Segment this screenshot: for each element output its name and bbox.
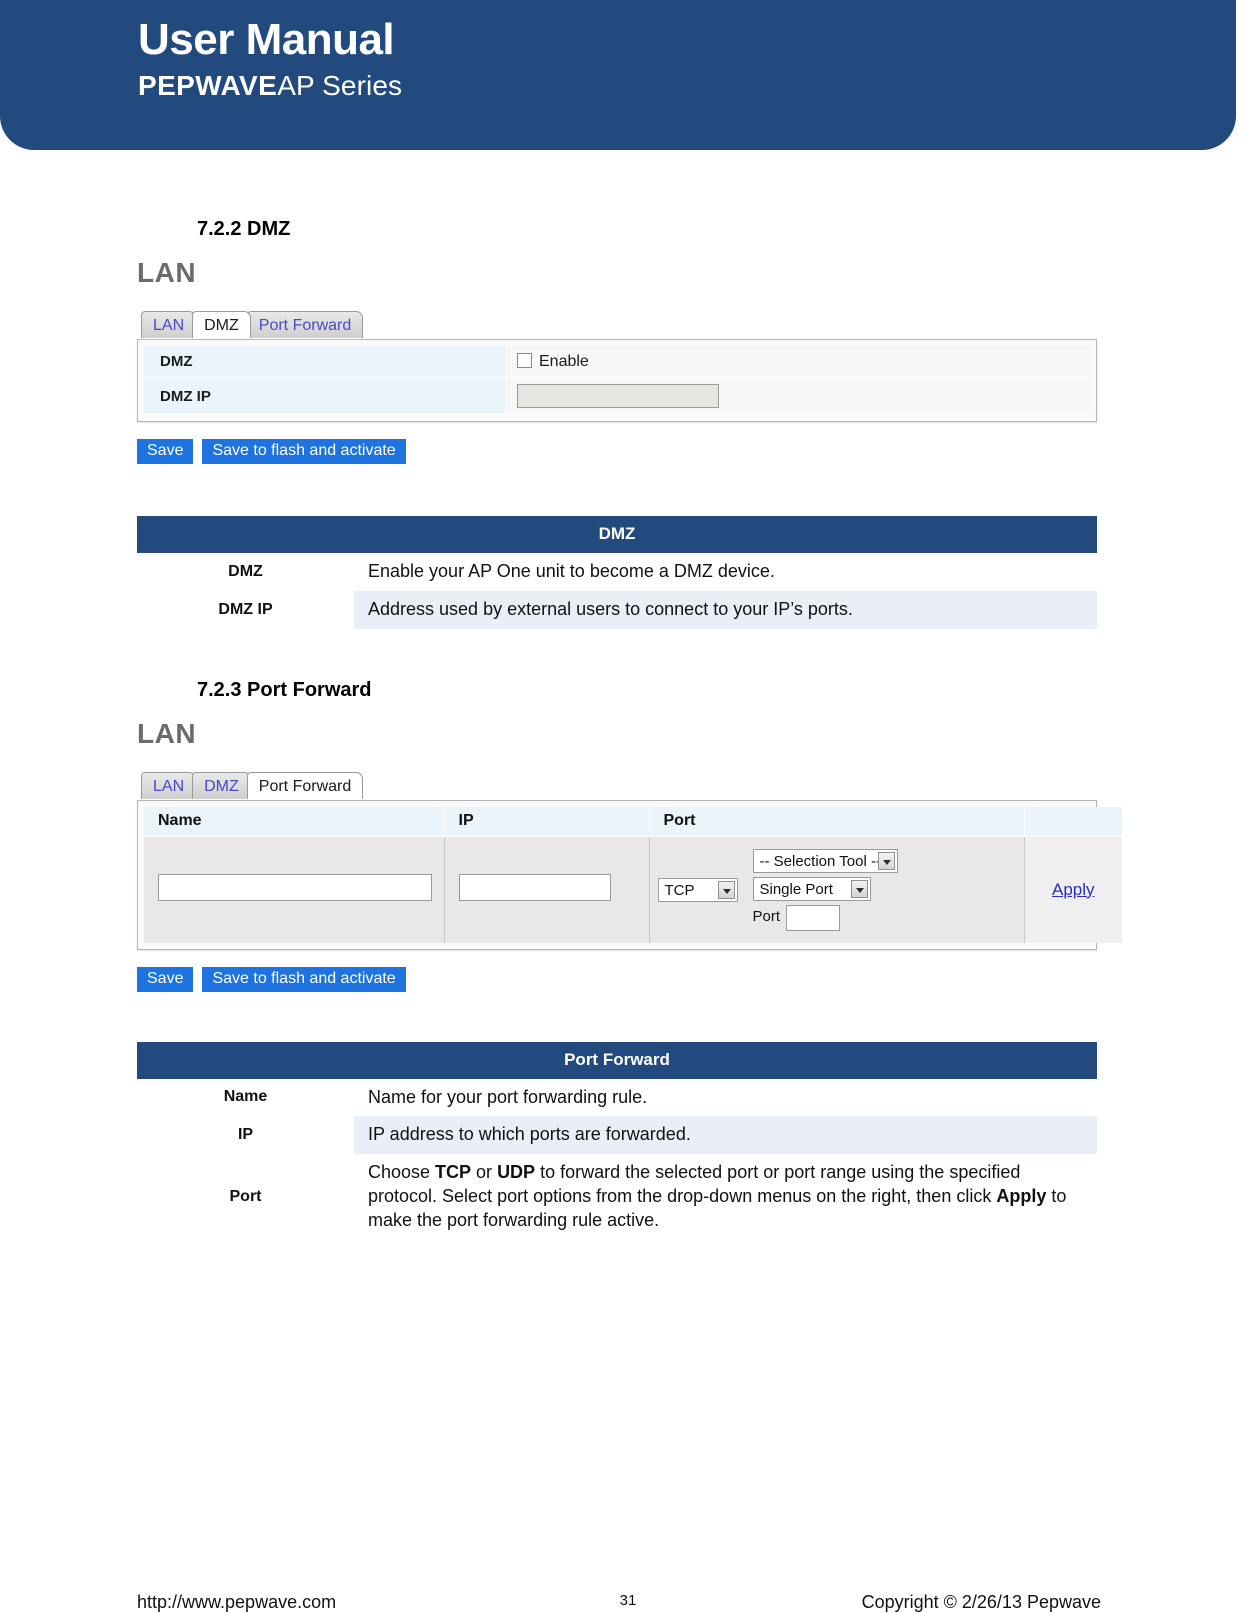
header-text-group: User Manual PEPWAVEAP Series	[138, 15, 402, 102]
dmz-ip-cell	[505, 377, 1090, 415]
dmz-button-row: Save Save to flash and activate	[137, 439, 1256, 464]
pf-apply-cell: Apply	[1024, 835, 1122, 943]
port-forward-ui-screenshot: LAN LAN DMZ Port Forward Name IP Port TC…	[137, 717, 1123, 950]
pf-table-header: Port Forward	[137, 1041, 1097, 1079]
pf-col-action	[1024, 806, 1123, 836]
tab-lan[interactable]: LAN	[141, 771, 197, 799]
page-header-banner: User Manual PEPWAVEAP Series	[0, 0, 1236, 150]
chevron-down-icon	[717, 880, 735, 899]
pf-panel-title: LAN	[137, 717, 197, 749]
pf-table-header-row: Port Forward	[137, 1041, 1097, 1079]
dmz-row-value-dmz: Enable your AP One unit to become a DMZ …	[368, 561, 775, 581]
pf-col-port: Port	[649, 806, 1025, 836]
pf-port-input[interactable]	[786, 904, 841, 931]
dmz-enable-row: DMZ Enable	[144, 346, 1090, 378]
dmz-save-button[interactable]: Save	[137, 439, 194, 464]
pf-col-ip: IP	[444, 806, 650, 836]
pf-header-row: Name IP Port	[144, 806, 1123, 836]
pf-protocol-wrap: TCP	[657, 877, 753, 902]
dmz-tabstrip: LAN DMZ Port Forward	[137, 311, 1097, 340]
pf-row-value-port: Choose TCP or UDP to forward the selecte…	[368, 1162, 1067, 1230]
dmz-enable-checkbox[interactable]	[517, 352, 532, 368]
section-heading-port-forward: 7.2.3 Port Forward	[197, 678, 372, 701]
dmz-row-key-dmz: DMZ	[137, 553, 354, 591]
chevron-down-icon	[877, 851, 895, 870]
brand-name: PEPWAVE	[138, 70, 278, 102]
pf-save-button[interactable]: Save	[137, 966, 194, 992]
brand-product-line: AP Series	[277, 70, 403, 102]
pf-ip-input[interactable]	[458, 874, 611, 901]
pf-row-value-ip: IP address to which ports are forwarded.	[354, 1116, 1097, 1154]
pf-port-mode-select[interactable]: Single Port	[752, 876, 871, 901]
table-row: Name Name for your port forwarding rule.	[137, 1078, 1097, 1117]
pf-row-key-port: Port	[137, 1154, 354, 1240]
pf-selection-tool-value: -- Selection Tool --	[759, 852, 881, 870]
pf-tabstrip: LAN DMZ Port Forward	[137, 771, 1097, 801]
pf-row-key-ip: IP	[137, 1116, 354, 1154]
pf-settings-panel: Name IP Port TCP -- Selection Tool -- Si…	[137, 799, 1123, 950]
pf-port-mode-value: Single Port	[759, 880, 833, 898]
table-row: TCP -- Selection Tool -- Single Port Por…	[144, 835, 1122, 943]
pf-name-cell	[144, 835, 445, 943]
port-forward-grid: Name IP Port TCP -- Selection Tool -- Si…	[144, 806, 1123, 943]
dmz-form-table: DMZ Enable DMZ IP	[144, 346, 1090, 415]
pf-name-input[interactable]	[158, 874, 432, 901]
dmz-ip-input[interactable]	[517, 384, 719, 408]
table-row: IP IP address to which ports are forward…	[137, 1116, 1097, 1154]
pf-ip-cell	[444, 835, 650, 943]
pf-save-flash-button[interactable]: Save to flash and activate	[202, 966, 406, 992]
table-row: DMZ IP Address used by external users to…	[137, 590, 1097, 629]
tab-port-forward[interactable]: Port Forward	[246, 771, 364, 799]
dmz-ui-screenshot: LAN LAN DMZ Port Forward DMZ Enable DMZ IP	[137, 257, 1097, 422]
pf-port-cell: TCP -- Selection Tool -- Single Port Por…	[649, 835, 1025, 943]
dmz-row-key-dmzip: DMZ IP	[137, 590, 354, 629]
pf-protocol-select[interactable]: TCP	[657, 877, 738, 902]
dmz-save-flash-button[interactable]: Save to flash and activate	[202, 439, 406, 464]
pf-apply-link[interactable]: Apply	[1052, 880, 1095, 899]
dmz-ip-row: DMZ IP	[144, 377, 1090, 415]
tab-dmz[interactable]: DMZ	[192, 771, 251, 799]
dmz-ip-label: DMZ IP	[144, 377, 505, 415]
page-title: User Manual	[138, 15, 395, 64]
dmz-description-table: DMZ DMZ Enable your AP One unit to becom…	[137, 516, 1097, 629]
pf-protocol-value: TCP	[664, 881, 695, 899]
pf-row-value-name: Name for your port forwarding rule.	[368, 1086, 648, 1107]
footer-copyright: Copyright © 2/26/13 Pepwave	[861, 1592, 1101, 1612]
pf-selection-tool-select[interactable]: -- Selection Tool --	[752, 848, 898, 873]
tab-dmz[interactable]: DMZ	[192, 311, 251, 338]
dmz-table-header-row: DMZ	[137, 516, 1097, 553]
port-forward-description-table: Port Forward Name Name for your port for…	[137, 1041, 1097, 1240]
pf-row-key-name: Name	[137, 1078, 354, 1117]
chevron-down-icon	[850, 879, 868, 898]
dmz-table-header: DMZ	[137, 516, 1097, 553]
dmz-enable-cell: Enable	[505, 346, 1090, 378]
pf-port-field-label: Port	[752, 908, 781, 926]
brand-line: PEPWAVEAP Series	[138, 70, 402, 102]
table-row: Port Choose TCP or UDP to forward the se…	[137, 1154, 1097, 1240]
pf-button-row: Save Save to flash and activate	[137, 966, 1256, 992]
dmz-settings-panel: DMZ Enable DMZ IP	[137, 339, 1097, 422]
dmz-row-value-dmzip: Address used by external users to connec…	[354, 590, 1097, 629]
section-heading-dmz: 7.2.2 DMZ	[197, 218, 291, 240]
tab-port-forward[interactable]: Port Forward	[246, 311, 364, 338]
dmz-panel-title: LAN	[137, 257, 197, 288]
pf-col-name: Name	[144, 806, 445, 836]
table-row: DMZ Enable your AP One unit to become a …	[137, 553, 1097, 591]
document-body: 7.2.2 DMZ LAN LAN DMZ Port Forward DMZ Ena…	[0, 150, 1256, 1240]
tab-lan[interactable]: LAN	[141, 311, 197, 338]
dmz-enable-label: Enable	[539, 352, 589, 370]
dmz-label: DMZ	[144, 346, 505, 378]
pf-port-options: -- Selection Tool -- Single Port Port	[752, 848, 898, 931]
